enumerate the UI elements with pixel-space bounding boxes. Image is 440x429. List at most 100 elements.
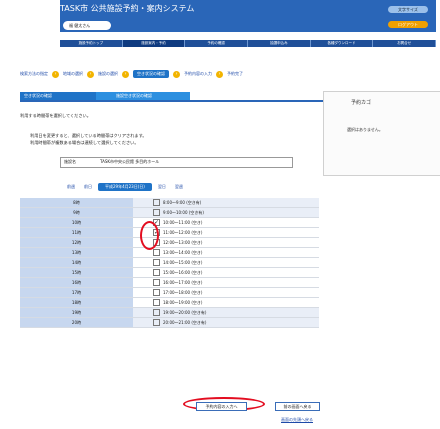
table-row: 10時10:00〜11:00 (空き)	[20, 218, 319, 228]
slot-status: (空き有)	[191, 309, 207, 315]
slot-checkbox[interactable]	[153, 319, 160, 326]
row-hour: 13時	[20, 248, 133, 257]
slot-cell: 12:00〜13:00 (空き)	[133, 238, 319, 247]
row-hour: 20時	[20, 318, 133, 327]
table-row: 19時 19:00〜20:00 (空き有)	[20, 308, 319, 318]
slot-cell: 10:00〜11:00 (空き)	[133, 218, 319, 227]
slot-time: 10:00〜11:00	[163, 219, 191, 225]
slot-cell: 14:00〜15:00 (空き)	[133, 258, 319, 267]
user-pill: 福 健太さん	[63, 21, 111, 30]
reservation-next-button[interactable]: 予約内容の入力へ	[196, 402, 247, 411]
slot-cell: 19:00〜20:00 (空き有)	[133, 308, 319, 317]
slot-status: (空き)	[191, 249, 203, 255]
slot-status: (空き)	[191, 259, 203, 265]
row-hour: 8時	[20, 198, 133, 207]
slot-time: 16:00〜17:00	[163, 279, 191, 285]
slot-status: (空き)	[191, 299, 203, 305]
slot-cell: 11:00〜12:00 (空き)	[133, 228, 319, 237]
slot-cell: 18:00〜19:00 (空き)	[133, 298, 319, 307]
top-of-page-link[interactable]: 画面の先頭へ戻る	[281, 417, 313, 423]
slot-status: (空き有)	[186, 199, 202, 205]
step-arrow-icon: ›	[52, 70, 59, 78]
facility-value: TASK市中央公民館 多目的ホール	[100, 159, 160, 164]
row-hour: 10時	[20, 218, 133, 227]
top-right-button-2[interactable]: ログアウト	[388, 21, 428, 28]
table-row: 13時 13:00〜14:00 (空き)	[20, 248, 319, 258]
nav-item-2[interactable]: 施設案内・予約	[122, 40, 186, 47]
row-hour: 17時	[20, 288, 133, 297]
slot-cell: 15:00〜16:00 (空き)	[133, 268, 319, 277]
slot-status: (空き有)	[188, 209, 204, 215]
slot-cell: 17:00〜18:00 (空き)	[133, 288, 319, 297]
step-2: 地域の選択	[63, 71, 83, 76]
right-panel-message: 選択はありません。	[347, 127, 383, 132]
row-hour: 9時	[20, 208, 133, 217]
slot-checkbox[interactable]	[153, 289, 160, 296]
tab-right[interactable]: 施設空き状況の確認	[96, 92, 190, 100]
slot-cell: 20:00〜21:00 (空き有)	[133, 318, 319, 327]
highlight-oval-checkboxes	[140, 221, 159, 250]
table-row: 12時 12:00〜13:00 (空き)	[20, 238, 319, 248]
slot-status: (空き)	[191, 229, 203, 235]
prev-week-button[interactable]: 前週	[64, 184, 78, 190]
slot-checkbox[interactable]	[153, 209, 160, 216]
tab-left[interactable]: 空き状況の確認	[20, 92, 96, 100]
slot-time: 14:00〜15:00	[163, 259, 191, 265]
slot-checkbox[interactable]	[153, 259, 160, 266]
step-6: 予約完了	[227, 71, 243, 76]
facility-label: 施設名	[64, 159, 76, 164]
slot-cell: 16:00〜17:00 (空き)	[133, 278, 319, 287]
row-hour: 15時	[20, 268, 133, 277]
step-3: 施設の選択	[98, 71, 118, 76]
time-slot-table: 8時 8:00〜9:00 (空き有) 9時 9:00〜10:00 (空き有) 10時…	[20, 198, 319, 328]
nav-item-4[interactable]: 抽選申込み	[248, 40, 311, 47]
next-day-button[interactable]: 翌日	[155, 184, 169, 190]
step-arrow-icon: ›	[173, 70, 180, 78]
nav-item-5[interactable]: 各種ダウンロード	[311, 40, 374, 47]
nav-item-1[interactable]: 施設予約トップ	[60, 40, 123, 47]
slot-cell: 13:00〜14:00 (空き)	[133, 248, 319, 257]
slot-time: 9:00〜10:00	[163, 209, 188, 215]
slot-checkbox[interactable]	[153, 249, 160, 256]
slot-checkbox[interactable]	[153, 199, 160, 206]
slot-time: 8:00〜9:00	[163, 199, 185, 205]
slot-checkbox[interactable]	[153, 309, 160, 316]
row-hour: 16時	[20, 278, 133, 287]
info-1: 利用日を変更すると、選択している時間帯はクリアされます。	[30, 133, 147, 138]
slot-time: 18:00〜19:00	[163, 299, 191, 305]
step-5: 予約内容の入力	[184, 71, 212, 76]
slot-checkbox[interactable]	[153, 269, 160, 276]
slot-checkbox[interactable]	[153, 279, 160, 286]
prev-day-button[interactable]: 前日	[81, 184, 95, 190]
right-panel-title: 予約カゴ	[351, 100, 372, 106]
step-arrow-icon: ›	[87, 70, 94, 78]
nav-item-3[interactable]: 予約の確認	[185, 40, 249, 47]
table-row: 9時 9:00〜10:00 (空き有)	[20, 208, 319, 218]
right-panel	[323, 91, 440, 176]
slot-checkbox[interactable]	[153, 299, 160, 306]
table-row: 16時 16:00〜17:00 (空き)	[20, 278, 319, 288]
slot-time: 20:00〜21:00	[163, 319, 191, 325]
slot-status: (空き)	[191, 219, 203, 225]
slot-status: (空き)	[191, 279, 203, 285]
header-title: TASK市 公共施設予約・案内システム	[60, 4, 195, 13]
slot-time: 12:00〜13:00	[163, 239, 191, 245]
facility-box	[60, 157, 293, 168]
nav-item-6[interactable]: お問合せ	[373, 40, 437, 47]
table-row: 20時 20:00〜21:00 (空き有)	[20, 318, 319, 328]
top-right-button-1[interactable]: 文字サイズ	[388, 6, 428, 13]
notice-title: 利用する時間帯を選択してください。	[20, 113, 91, 118]
slot-time: 19:00〜20:00	[163, 309, 191, 315]
slot-status: (空き)	[191, 239, 203, 245]
table-row: 17時 17:00〜18:00 (空き)	[20, 288, 319, 298]
row-hour: 11時	[20, 228, 133, 237]
date-navigation: 前週 前日 平成29年4月23日(日) 翌日 翌週	[64, 183, 186, 191]
slot-cell: 9:00〜10:00 (空き有)	[133, 208, 319, 217]
next-week-button[interactable]: 翌週	[172, 184, 186, 190]
step-4: 空き状況の確認	[133, 70, 169, 78]
slot-status: (空き有)	[191, 319, 207, 325]
row-hour: 14時	[20, 258, 133, 267]
back-button[interactable]: 前の画面へ戻る	[275, 402, 320, 411]
step-1: 検索方法の指定	[20, 71, 48, 76]
slot-cell: 8:00〜9:00 (空き有)	[133, 198, 319, 207]
